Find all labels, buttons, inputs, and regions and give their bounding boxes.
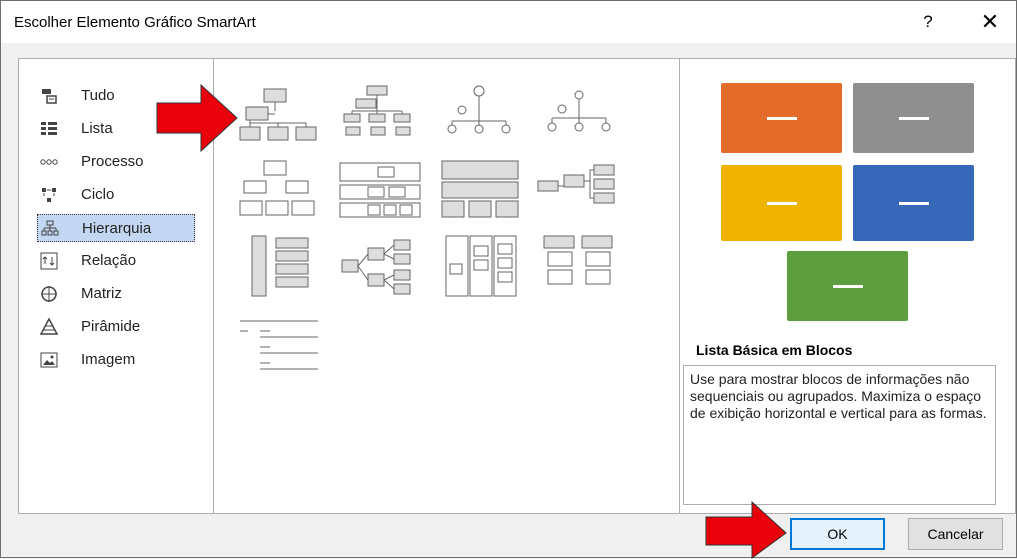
category-item-hierarquia[interactable]: Hierarquia [37,214,195,242]
title-bar: Escolher Elemento Gráfico SmartArt ? ✕ [1,1,1016,43]
help-button[interactable]: ? [916,10,940,34]
matrix-icon [41,286,57,302]
arrow-shape [156,83,238,153]
list-icon [41,122,57,135]
layout-thumbnail[interactable] [334,81,424,145]
category-label: Matriz [81,285,122,302]
annotation-arrow-right [705,501,787,559]
hierarchy-icon [41,220,59,236]
layout-thumbnail[interactable] [434,157,524,221]
category-item-imagem[interactable]: Imagem [37,346,195,374]
all-icon [42,89,57,104]
preview-block [853,83,974,153]
category-item-piramide[interactable]: Pirâmide [37,313,195,341]
relationship-icon [40,252,58,270]
dialog-title: Escolher Elemento Gráfico SmartArt [14,14,256,31]
category-label: Pirâmide [81,318,141,335]
category-item-ciclo[interactable]: Ciclo [37,181,195,209]
category-label: Relação [81,252,137,269]
layout-thumbnail[interactable] [234,234,324,298]
layout-thumbnail[interactable] [534,234,624,298]
cycle-icon [42,188,56,202]
layout-thumbnail[interactable] [534,81,624,145]
category-item-relacao[interactable]: Relação [37,247,195,275]
close-button[interactable]: ✕ [976,10,1004,34]
cancel-button[interactable]: Cancelar [908,518,1003,550]
preview-title: Lista Básica em Blocos [696,342,853,358]
layout-thumbnail[interactable] [234,157,324,221]
preview-block [721,83,842,153]
preview-block [787,251,908,321]
layout-thumbnail[interactable] [534,157,624,221]
category-label: Ciclo [81,186,115,203]
layout-thumbnail[interactable] [434,234,524,298]
category-label: Hierarquia [82,220,152,237]
layout-thumbnail[interactable] [334,234,424,298]
picture-icon [40,352,58,368]
arrow-shape [705,501,787,559]
process-icon [40,159,58,165]
category-item-matriz[interactable]: Matriz [37,280,195,308]
layout-thumbnail[interactable] [234,315,324,379]
layout-thumbnail[interactable] [234,81,324,145]
layout-gallery [214,59,680,513]
preview-description: Use para mostrar blocos de informações n… [683,365,996,505]
layout-thumbnail[interactable] [434,81,524,145]
category-label: Lista [81,120,113,137]
preview-block [721,165,842,241]
category-label: Imagem [81,351,136,368]
ok-button[interactable]: OK [790,518,885,550]
preview-pane: Lista Básica em Blocos Use para mostrar … [680,59,1015,513]
pyramid-icon [40,318,58,335]
preview-block [853,165,974,241]
layout-thumbnail[interactable] [334,157,424,221]
smartart-dialog: Escolher Elemento Gráfico SmartArt ? ✕ T… [0,0,1017,559]
category-label: Processo [81,153,144,170]
category-label: Tudo [81,87,115,104]
annotation-arrow-right [156,83,238,153]
